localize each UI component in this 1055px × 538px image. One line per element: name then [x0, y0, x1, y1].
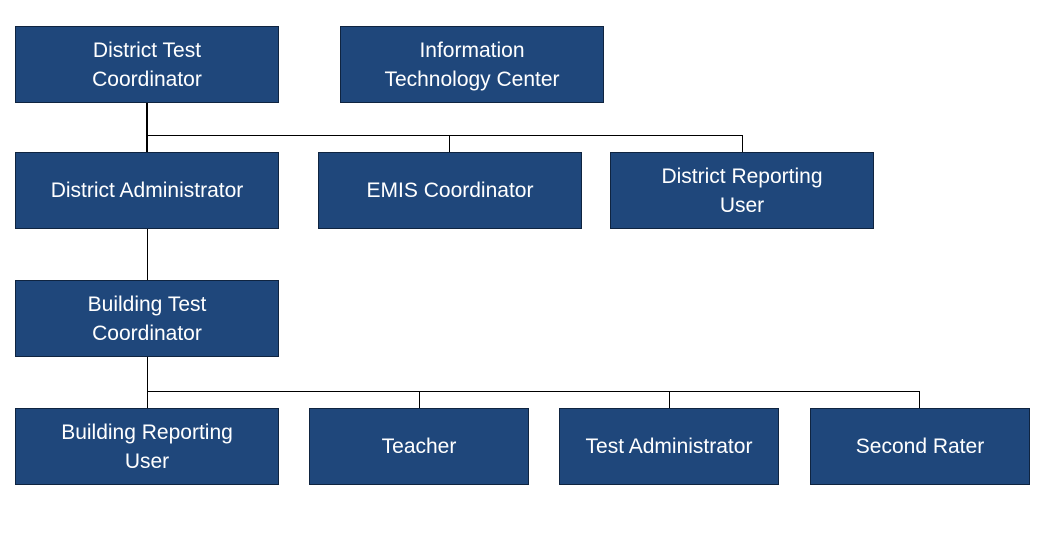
node-building-reporting-user: Building Reporting User: [15, 408, 279, 485]
connector-dru-drop: [742, 135, 743, 152]
node-information-technology-center: Information Technology Center: [340, 26, 604, 103]
connector-building-bus: [147, 391, 920, 392]
node-second-rater: Second Rater: [810, 408, 1030, 485]
connector-btc-trunk: [147, 356, 148, 408]
connector-ta-drop: [669, 391, 670, 408]
connector-sr-drop: [919, 391, 920, 408]
node-building-test-coordinator: Building Test Coordinator: [15, 280, 279, 357]
connector-district-bus: [147, 135, 743, 136]
connector-emis-drop: [449, 135, 450, 152]
node-district-reporting-user: District Reporting User: [610, 152, 874, 229]
node-emis-coordinator: EMIS Coordinator: [318, 152, 582, 229]
node-district-administrator: District Administrator: [15, 152, 279, 229]
connector-dtc-trunk: [146, 102, 148, 152]
connector-da-btc: [147, 228, 148, 280]
node-district-test-coordinator: District Test Coordinator: [15, 26, 279, 103]
node-test-administrator: Test Administrator: [559, 408, 779, 485]
node-teacher: Teacher: [309, 408, 529, 485]
connector-teacher-drop: [419, 391, 420, 408]
